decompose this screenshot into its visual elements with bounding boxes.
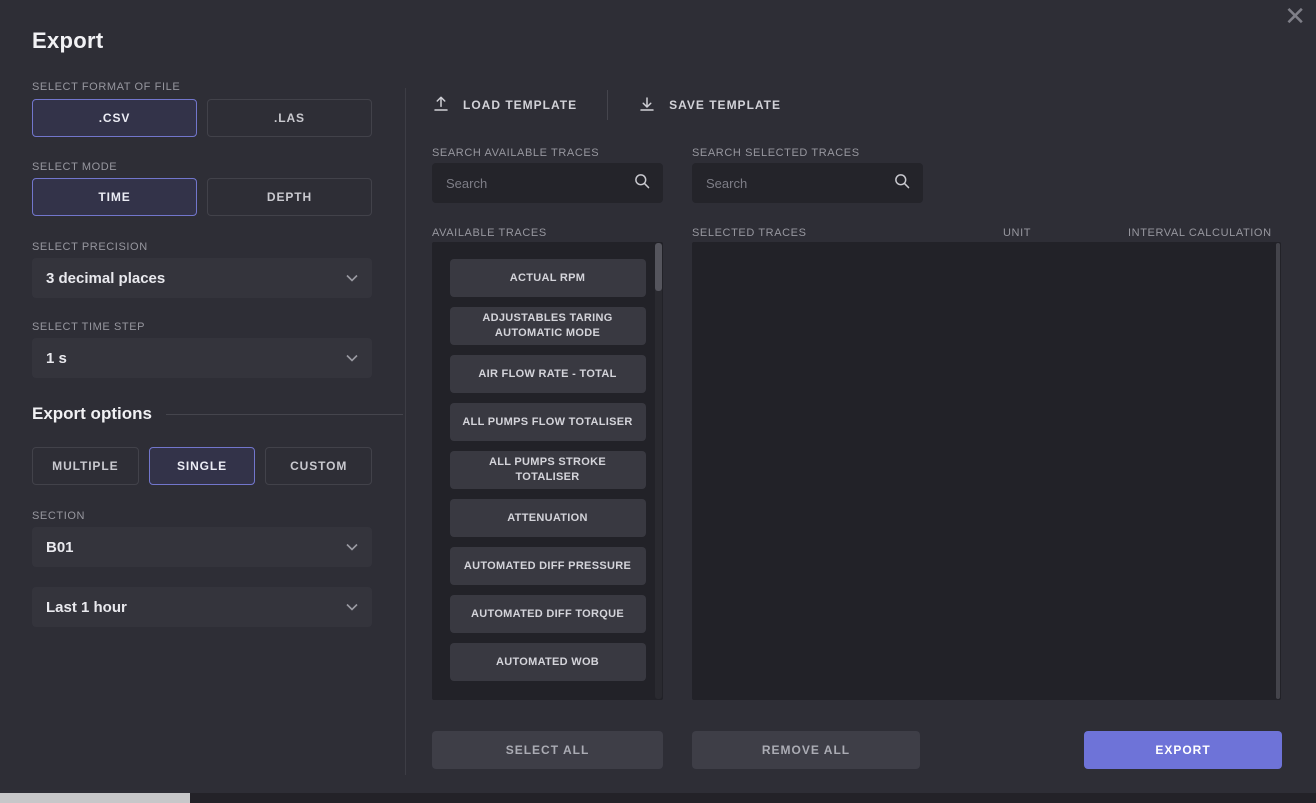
trace-item[interactable]: ALL PUMPS FLOW TOTALISER bbox=[450, 403, 646, 441]
selected-search-input[interactable] bbox=[704, 175, 893, 192]
time-step-label: SELECT TIME STEP bbox=[32, 321, 145, 334]
format-label: SELECT FORMAT OF FILE bbox=[32, 81, 180, 94]
option-multiple-button[interactable]: MULTIPLE bbox=[32, 447, 139, 485]
search-available-label: SEARCH AVAILABLE TRACES bbox=[432, 147, 599, 160]
trace-item[interactable]: ADJUSTABLES TARING AUTOMATIC MODE bbox=[450, 307, 646, 345]
time-range-value: Last 1 hour bbox=[46, 599, 127, 616]
search-icon bbox=[633, 172, 651, 195]
selected-traces-column: SELECTED TRACES bbox=[692, 227, 807, 240]
trace-item[interactable]: AUTOMATED DIFF TORQUE bbox=[450, 595, 646, 633]
section-value: B01 bbox=[46, 539, 74, 556]
selected-traces-panel bbox=[692, 242, 1281, 700]
export-options-toggle-group: MULTIPLE SINGLE CUSTOM bbox=[32, 447, 372, 485]
search-selected-label: SEARCH SELECTED TRACES bbox=[692, 147, 860, 160]
scrollbar[interactable] bbox=[655, 243, 662, 699]
format-toggle-group: .CSV .LAS bbox=[32, 99, 372, 137]
section-select[interactable]: B01 bbox=[32, 527, 372, 567]
mode-depth-button[interactable]: DEPTH bbox=[207, 178, 372, 216]
option-custom-button[interactable]: CUSTOM bbox=[265, 447, 372, 485]
format-las-button[interactable]: .LAS bbox=[207, 99, 372, 137]
precision-value: 3 decimal places bbox=[46, 270, 165, 287]
trace-item[interactable]: AUTOMATED DIFF PRESSURE bbox=[450, 547, 646, 585]
chevron-down-icon bbox=[346, 354, 358, 362]
page-title: Export bbox=[32, 28, 103, 54]
mode-label: SELECT MODE bbox=[32, 161, 117, 174]
save-template-button[interactable]: SAVE TEMPLATE bbox=[638, 95, 781, 116]
precision-label: SELECT PRECISION bbox=[32, 241, 148, 254]
trace-item[interactable]: ATTENUATION bbox=[450, 499, 646, 537]
chevron-down-icon bbox=[346, 543, 358, 551]
export-options-heading-row: Export options bbox=[32, 404, 403, 424]
close-icon[interactable]: ✕ bbox=[1284, 0, 1306, 32]
available-search-input[interactable] bbox=[444, 175, 633, 192]
precision-select[interactable]: 3 decimal places bbox=[32, 258, 372, 298]
export-button[interactable]: EXPORT bbox=[1084, 731, 1282, 769]
time-range-select[interactable]: Last 1 hour bbox=[32, 587, 372, 627]
select-all-button[interactable]: SELECT ALL bbox=[432, 731, 663, 769]
trace-item[interactable]: ACTUAL RPM bbox=[450, 259, 646, 297]
mode-time-button[interactable]: TIME bbox=[32, 178, 197, 216]
download-icon bbox=[638, 95, 656, 116]
remove-all-button[interactable]: REMOVE ALL bbox=[692, 731, 920, 769]
available-traces-list: ACTUAL RPM ADJUSTABLES TARING AUTOMATIC M… bbox=[432, 259, 663, 700]
available-traces-label: AVAILABLE TRACES bbox=[432, 227, 547, 240]
save-template-label: SAVE TEMPLATE bbox=[669, 98, 781, 112]
export-options-heading: Export options bbox=[32, 404, 152, 424]
scrollbar-thumb[interactable] bbox=[655, 243, 662, 291]
upload-icon bbox=[432, 95, 450, 116]
template-actions: LOAD TEMPLATE SAVE TEMPLATE bbox=[432, 92, 781, 118]
mode-toggle-group: TIME DEPTH bbox=[32, 178, 372, 216]
chevron-down-icon bbox=[346, 603, 358, 611]
trace-item[interactable]: ALL PUMPS STROKE TOTALISER bbox=[450, 451, 646, 489]
available-traces-panel: ACTUAL RPM ADJUSTABLES TARING AUTOMATIC M… bbox=[432, 242, 663, 700]
time-step-value: 1 s bbox=[46, 350, 67, 367]
format-csv-button[interactable]: .CSV bbox=[32, 99, 197, 137]
divider bbox=[607, 90, 608, 120]
unit-column: UNIT bbox=[1003, 227, 1031, 240]
trace-item[interactable]: AIR FLOW RATE - TOTAL bbox=[450, 355, 646, 393]
chevron-down-icon bbox=[346, 274, 358, 282]
background-app-edge-light bbox=[0, 793, 190, 803]
divider bbox=[166, 414, 403, 415]
background-app-edge bbox=[0, 793, 1316, 803]
selected-search-box bbox=[692, 163, 923, 203]
search-icon bbox=[893, 172, 911, 195]
available-search-box bbox=[432, 163, 663, 203]
option-single-button[interactable]: SINGLE bbox=[149, 447, 256, 485]
load-template-button[interactable]: LOAD TEMPLATE bbox=[432, 95, 577, 116]
trace-item[interactable]: AUTOMATED WOB bbox=[450, 643, 646, 681]
divider bbox=[405, 88, 406, 775]
time-step-select[interactable]: 1 s bbox=[32, 338, 372, 378]
section-label: SECTION bbox=[32, 510, 85, 523]
load-template-label: LOAD TEMPLATE bbox=[463, 98, 577, 112]
interval-calculation-column: INTERVAL CALCULATION bbox=[1128, 227, 1272, 240]
scrollbar[interactable] bbox=[1276, 243, 1280, 699]
export-dialog: ✕ Export SELECT FORMAT OF FILE .CSV .LAS… bbox=[0, 0, 1316, 803]
